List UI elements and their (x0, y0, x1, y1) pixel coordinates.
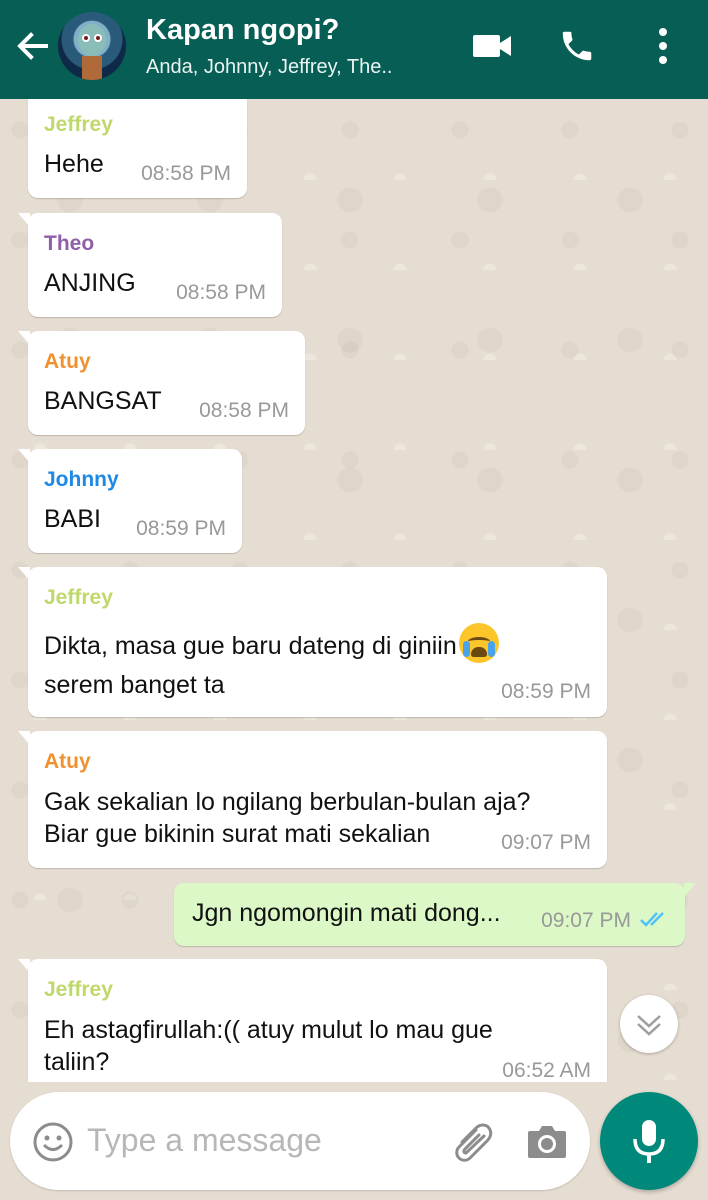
message-time: 08:59 PM (501, 680, 591, 703)
chat-title[interactable]: Kapan ngopi? (146, 14, 339, 47)
video-camera-icon (473, 35, 511, 57)
microphone-icon (633, 1120, 665, 1163)
message-text: Biar gue bikinin surat mati sekalian (44, 820, 431, 848)
message-text: BANGSAT (44, 387, 162, 415)
message-time: 09:07 PM (501, 831, 591, 854)
message-input[interactable]: Type a message (87, 1122, 322, 1159)
message-text: serem banget ta (44, 671, 225, 699)
chat-participants[interactable]: Anda, Johnny, Jeffrey, The.. (146, 56, 392, 79)
emoji-button[interactable] (32, 1121, 74, 1168)
message-sender: Atuy (44, 350, 91, 373)
message-sender: Jeffrey (44, 586, 113, 609)
message-sender: Theo (44, 232, 95, 255)
message-sender: Jeffrey (44, 113, 113, 136)
outgoing-message-bubble[interactable]: Jgn ngomongin mati dong... 09:07 PM (174, 883, 696, 946)
message-text: Eh astagfirullah:(( atuy mulut lo mau gu… (44, 1016, 493, 1044)
message-bubble[interactable]: Jeffrey Hehe 08:58 PM (28, 92, 247, 198)
message-bubble[interactable]: Jeffrey Eh astagfirullah:(( atuy mulut l… (18, 959, 607, 1099)
camera-button[interactable] (526, 1122, 568, 1165)
message-time: 08:58 PM (199, 399, 289, 422)
message-time: 08:58 PM (141, 162, 231, 185)
scroll-to-bottom-button[interactable] (620, 995, 678, 1053)
message-text: ANJING (44, 269, 136, 297)
group-avatar[interactable] (58, 12, 126, 80)
message-bubble[interactable]: Johnny BABI 08:59 PM (18, 449, 242, 553)
double-chevron-down-icon (637, 1015, 661, 1036)
message-text: taliin? (44, 1048, 110, 1076)
message-text: Hehe (44, 150, 104, 178)
chat-header: Kapan ngopi? Anda, Johnny, Jeffrey, The.… (0, 0, 708, 99)
message-bubble[interactable]: Jeffrey Dikta, masa gue baru dateng di g… (18, 567, 607, 717)
message-bubble[interactable]: Atuy BANGSAT 08:58 PM (18, 331, 305, 435)
video-call-button[interactable] (472, 32, 512, 65)
message-time: 08:58 PM (176, 281, 266, 304)
double-check-icon (640, 912, 664, 927)
phone-icon (562, 31, 592, 61)
more-options-button[interactable] (656, 26, 670, 71)
voice-call-button[interactable] (558, 27, 596, 70)
arrow-left-icon (17, 32, 48, 60)
message-text-line: Dikta, masa gue baru dateng di giniin (44, 623, 499, 666)
paperclip-icon (455, 1123, 493, 1162)
message-time: 08:59 PM (136, 517, 226, 540)
message-text: Jgn ngomongin mati dong... (192, 899, 501, 927)
voice-message-button[interactable] (600, 1092, 698, 1190)
kebab-menu-icon (659, 28, 667, 64)
message-sender: Johnny (44, 468, 119, 491)
message-text: BABI (44, 505, 101, 533)
message-sender: Atuy (44, 750, 91, 773)
message-bubble[interactable]: Theo ANJING 08:58 PM (18, 213, 282, 317)
message-time: 06:52 AM (502, 1059, 591, 1082)
message-bubble[interactable]: Atuy Gak sekalian lo ngilang berbulan-bu… (18, 731, 607, 868)
crying-face-emoji-icon (458, 623, 499, 663)
camera-icon (528, 1126, 566, 1158)
attach-button[interactable] (448, 1118, 494, 1169)
message-sender: Jeffrey (44, 978, 113, 1001)
message-text: Dikta, masa gue baru dateng di giniin (44, 632, 457, 660)
smiley-icon (33, 1122, 73, 1162)
back-button[interactable] (14, 28, 50, 64)
message-time: 09:07 PM (541, 909, 631, 932)
